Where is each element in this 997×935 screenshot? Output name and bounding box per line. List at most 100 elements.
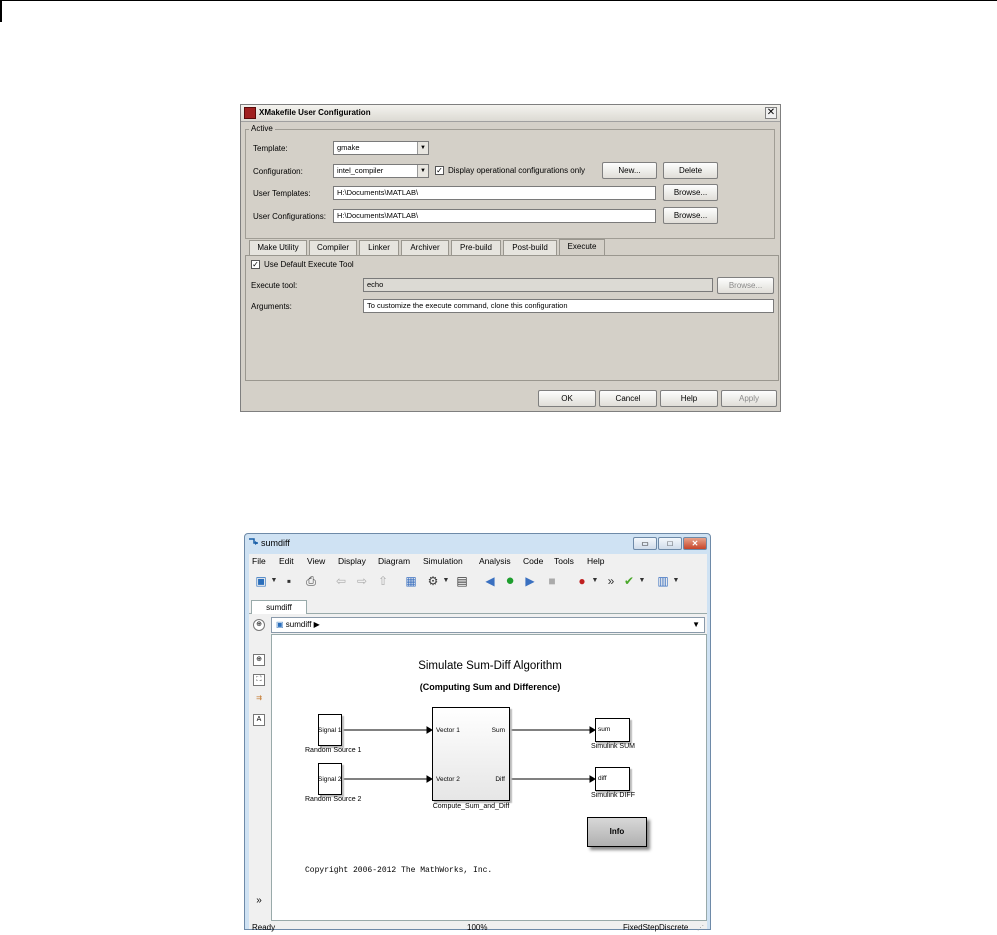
chevron-down-icon[interactable]: ▼	[270, 573, 278, 589]
page-left-rule	[0, 0, 2, 22]
configuration-select[interactable]: intel_compiler ▼	[333, 164, 429, 178]
annotation-icon[interactable]: A	[253, 714, 265, 726]
fit-to-view-icon[interactable]: ⛶	[253, 674, 265, 686]
apply-button[interactable]: Apply	[721, 390, 777, 407]
close-icon[interactable]: ✕	[683, 537, 707, 550]
tab-sumdiff[interactable]: sumdiff	[251, 600, 307, 614]
tab-make-utility[interactable]: Make Utility	[249, 240, 307, 255]
signal2-block[interactable]: Signal 2	[318, 763, 342, 795]
data-icon[interactable]: ▥	[655, 573, 671, 589]
active-group-label: Active	[249, 124, 275, 133]
dialog-title: XMakefile User Configuration	[259, 108, 371, 117]
browse-execute-button[interactable]: Browse...	[717, 277, 774, 294]
chevron-down-icon[interactable]: ▼	[638, 573, 646, 589]
compute-sum-and-diff-block[interactable]: Vector 1 Vector 2 Sum Diff	[432, 707, 510, 801]
simulink-sum-block[interactable]: sum	[595, 718, 630, 742]
library-browser-icon[interactable]: ▦	[403, 573, 419, 589]
cancel-button[interactable]: Cancel	[599, 390, 657, 407]
use-default-label: Use Default Execute Tool	[264, 260, 354, 269]
user-templates-field[interactable]: H:\Documents\MATLAB\	[333, 186, 656, 200]
menu-simulation[interactable]: Simulation	[423, 556, 463, 566]
arrow-icon[interactable]: ⇉	[253, 694, 265, 706]
back-icon[interactable]: ⇦	[333, 573, 349, 589]
more-icon[interactable]: »	[603, 573, 619, 589]
model-canvas[interactable]: Simulate Sum-Diff Algorithm (Computing S…	[271, 634, 707, 921]
model-icon: ▣	[276, 620, 286, 629]
menu-analysis[interactable]: Analysis	[479, 556, 511, 566]
xmakefile-dialog: XMakefile User Configuration ✕ Active Te…	[240, 104, 781, 412]
simulink-diff-block[interactable]: diff	[595, 767, 630, 791]
chevron-down-icon[interactable]: ▼	[442, 573, 450, 589]
info-block[interactable]: Info	[587, 817, 647, 847]
use-default-checkbox[interactable]: ✓	[251, 260, 260, 269]
delete-button[interactable]: Delete	[663, 162, 718, 179]
diff-output-port: Diff	[495, 776, 505, 783]
settings-icon[interactable]: ⚙	[425, 573, 441, 589]
template-label: Template:	[253, 144, 288, 153]
document-tab-strip: sumdiff	[249, 599, 707, 614]
close-icon[interactable]: ✕	[765, 107, 777, 119]
template-value: gmake	[337, 143, 360, 152]
minimize-icon[interactable]: ▭	[633, 537, 657, 550]
display-operational-checkbox[interactable]: ✓	[435, 166, 444, 175]
menu-tools[interactable]: Tools	[554, 556, 574, 566]
zoom-in-icon[interactable]: ⊕	[253, 654, 265, 666]
print-icon[interactable]: ⎙	[303, 573, 319, 589]
new-model-icon[interactable]: ▣	[253, 573, 269, 589]
signal1-label: Signal 1	[318, 727, 342, 734]
help-button[interactable]: Help	[660, 390, 718, 407]
chevron-down-icon[interactable]: ▼	[672, 573, 680, 589]
up-icon[interactable]: ⇧	[375, 573, 391, 589]
sum-input-port: sum	[598, 726, 611, 733]
record-icon[interactable]: ●	[574, 573, 590, 589]
simulink-sum-caption: Simulink SUM	[591, 743, 635, 750]
tab-compiler[interactable]: Compiler	[309, 240, 357, 255]
tab-post-build[interactable]: Post-build	[503, 240, 557, 255]
forward-icon[interactable]: ⇨	[354, 573, 370, 589]
template-select[interactable]: gmake ▼	[333, 141, 429, 155]
tab-linker[interactable]: Linker	[359, 240, 399, 255]
diff-input-port: diff	[598, 775, 607, 782]
browse-templates-button[interactable]: Browse...	[663, 184, 718, 201]
run-icon[interactable]: ●	[502, 573, 518, 589]
tab-archiver[interactable]: Archiver	[401, 240, 449, 255]
step-back-icon[interactable]: ◀	[482, 573, 498, 589]
tab-execute[interactable]: Execute	[559, 239, 605, 255]
status-solver: FixedStepDiscrete	[623, 923, 689, 932]
signal2-label: Signal 2	[318, 776, 342, 783]
side-palette: ⊕ ⛶ ⇉ A »	[249, 634, 271, 922]
user-configurations-field[interactable]: H:\Documents\MATLAB\	[333, 209, 656, 223]
more-icon[interactable]: »	[253, 896, 265, 908]
check-icon[interactable]: ✔	[621, 573, 637, 589]
stop-icon[interactable]: ■	[544, 573, 560, 589]
ok-button[interactable]: OK	[538, 390, 596, 407]
menu-file[interactable]: File	[252, 556, 266, 566]
menu-view[interactable]: View	[307, 556, 325, 566]
chevron-down-icon[interactable]: ▼	[591, 573, 599, 589]
resize-grip-icon[interactable]: ⋰	[697, 924, 704, 932]
arguments-label: Arguments:	[251, 302, 292, 311]
address-bar[interactable]: ▣ sumdiff ▶ ▼	[271, 617, 705, 633]
chevron-right-icon: ▶	[311, 620, 320, 629]
tab-pre-build[interactable]: Pre-build	[451, 240, 501, 255]
dialog-titlebar: XMakefile User Configuration ✕	[241, 105, 780, 122]
menu-display[interactable]: Display	[338, 556, 366, 566]
hide-explorer-icon[interactable]: ⊕	[253, 619, 265, 631]
model-explorer-icon[interactable]: ▤	[454, 573, 470, 589]
random-source-2-caption: Random Source 2	[305, 796, 362, 803]
new-button[interactable]: New...	[602, 162, 657, 179]
step-forward-icon[interactable]: ▶	[522, 573, 538, 589]
random-source-1-caption: Random Source 1	[305, 747, 362, 754]
save-icon[interactable]: ▪	[281, 573, 297, 589]
maximize-icon[interactable]: □	[658, 537, 682, 550]
menu-code[interactable]: Code	[523, 556, 543, 566]
menu-edit[interactable]: Edit	[279, 556, 294, 566]
menu-help[interactable]: Help	[587, 556, 604, 566]
arguments-field[interactable]: To customize the execute command, clone …	[363, 299, 774, 313]
menu-diagram[interactable]: Diagram	[378, 556, 410, 566]
display-operational-label: Display operational configurations only	[448, 166, 585, 175]
chevron-down-icon[interactable]: ▼	[692, 618, 700, 632]
execute-tool-field[interactable]: echo	[363, 278, 713, 292]
browse-configurations-button[interactable]: Browse...	[663, 207, 718, 224]
signal1-block[interactable]: Signal 1	[318, 714, 342, 746]
